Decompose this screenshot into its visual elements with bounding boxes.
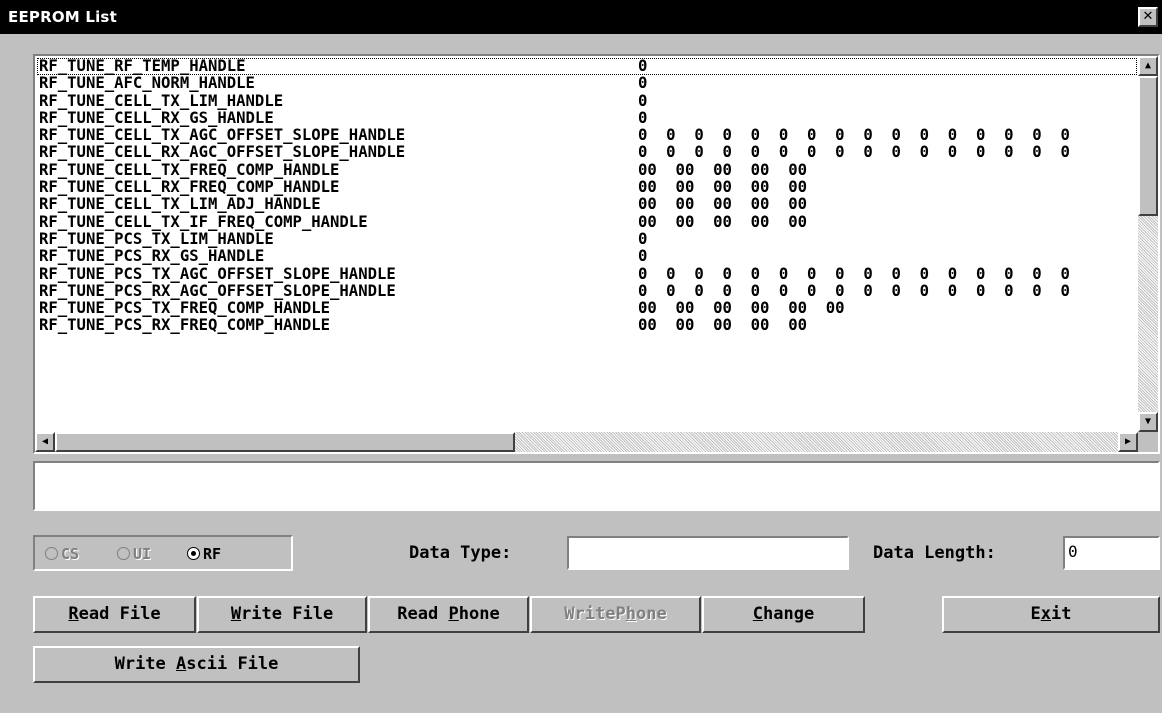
message-box: [33, 461, 1160, 511]
radio-cs-label: CS: [61, 545, 80, 563]
list-item-value: 0: [638, 58, 648, 75]
list-item[interactable]: RF_TUNE_CELL_TX_LIM_ADJ_HANDLE 00 00 00 0…: [37, 195, 1137, 214]
list-item-value: 00 00 00 00 00: [638, 316, 807, 335]
list-item-value: 00 00 00 00 00: [638, 178, 807, 197]
list-item-name: RF_TUNE_AFC_NORM_HANDLE: [39, 74, 255, 93]
horizontal-scroll-thumb[interactable]: [55, 432, 515, 452]
list-item-value: 0: [638, 74, 648, 93]
window-title: EEPROM List: [8, 8, 117, 26]
write-ascii-file-button[interactable]: Write Ascii File: [33, 646, 360, 683]
list-item-name: RF_TUNE_CELL_TX_IF_FREQ_COMP_HANDLE: [39, 212, 368, 231]
list-item[interactable]: RF_TUNE_PCS_TX_FREQ_COMP_HANDLE 00 00 00 …: [37, 299, 1137, 318]
list-item-name: RF_TUNE_PCS_TX_LIM_HANDLE: [39, 229, 274, 248]
list-item-name: RF_TUNE_RF_TEMP_HANDLE: [39, 58, 246, 75]
list-item[interactable]: RF_TUNE_CELL_TX_LIM_HANDLE 0: [37, 91, 1137, 110]
list-item-name: RF_TUNE_CELL_TX_AGC_OFFSET_SLOPE_HANDLE: [39, 126, 406, 145]
radio-dot-icon: [187, 547, 200, 560]
scroll-left-icon[interactable]: ◀: [35, 432, 55, 452]
list-item[interactable]: RF_TUNE_CELL_TX_AGC_OFFSET_SLOPE_HANDLE 0…: [37, 126, 1137, 145]
vertical-scroll-thumb[interactable]: [1138, 76, 1158, 216]
list-item-value: 0: [638, 91, 648, 110]
list-item[interactable]: RF_TUNE_PCS_RX_AGC_OFFSET_SLOPE_HANDLE 0 …: [37, 281, 1137, 300]
eeprom-list[interactable]: RF_TUNE_RF_TEMP_HANDLE 0 RF_TUNE_AFC_NORM_…: [33, 54, 1160, 454]
radio-rf-label: RF: [203, 545, 222, 563]
list-item[interactable]: RF_TUNE_CELL_RX_FREQ_COMP_HANDLE 00 00 00…: [37, 178, 1137, 197]
list-item[interactable]: RF_TUNE_AFC_NORM_HANDLE 0: [37, 74, 1137, 93]
list-item-value: 0 0 0 0 0 0 0 0 0 0 0 0 0 0 0 0: [638, 143, 1070, 162]
title-bar: EEPROM List ✕: [0, 0, 1162, 34]
list-item-value: 0: [638, 229, 648, 248]
vertical-scrollbar[interactable]: ▲ ▼: [1138, 56, 1158, 432]
list-item-value: 0: [638, 247, 648, 266]
scroll-up-icon[interactable]: ▲: [1138, 56, 1158, 76]
list-item-value: 00 00 00 00 00: [638, 195, 807, 214]
data-type-label: Data Type:: [409, 543, 512, 563]
list-item[interactable]: RF_TUNE_CELL_RX_GS_HANDLE 0: [37, 108, 1137, 127]
list-item-value: 00 00 00 00 00: [638, 160, 807, 179]
data-length-label: Data Length:: [873, 543, 996, 563]
list-item-name: RF_TUNE_PCS_TX_FREQ_COMP_HANDLE: [39, 299, 331, 318]
list-item[interactable]: RF_TUNE_PCS_TX_AGC_OFFSET_SLOPE_HANDLE 0 …: [37, 264, 1137, 283]
list-item[interactable]: RF_TUNE_CELL_RX_AGC_OFFSET_SLOPE_HANDLE 0…: [37, 143, 1137, 162]
eeprom-rows: RF_TUNE_RF_TEMP_HANDLE 0 RF_TUNE_AFC_NORM_…: [37, 58, 1137, 432]
list-item[interactable]: RF_TUNE_CELL_TX_IF_FREQ_COMP_HANDLE 00 00…: [37, 212, 1137, 231]
list-item-name: RF_TUNE_CELL_RX_GS_HANDLE: [39, 108, 274, 127]
vertical-scroll-track[interactable]: [1138, 216, 1158, 412]
list-item[interactable]: RF_TUNE_PCS_RX_GS_HANDLE 0: [37, 247, 1137, 266]
list-item-name: RF_TUNE_PCS_RX_AGC_OFFSET_SLOPE_HANDLE: [39, 281, 396, 300]
list-item-name: RF_TUNE_CELL_TX_FREQ_COMP_HANDLE: [39, 160, 340, 179]
handle-type-radio-group: CS UI RF: [33, 535, 293, 571]
list-item[interactable]: RF_TUNE_PCS_RX_FREQ_COMP_HANDLE 00 00 00 …: [37, 316, 1137, 335]
list-item-value: 0 0 0 0 0 0 0 0 0 0 0 0 0 0 0 0: [638, 126, 1070, 145]
write-phone-button[interactable]: WritePhone: [530, 596, 701, 633]
list-item-value: 00 00 00 00 00: [638, 212, 807, 231]
list-item-name: RF_TUNE_PCS_RX_GS_HANDLE: [39, 247, 265, 266]
list-item-name: RF_TUNE_CELL_RX_FREQ_COMP_HANDLE: [39, 178, 340, 197]
list-item-value: 0 0 0 0 0 0 0 0 0 0 0 0 0 0 0 0: [638, 264, 1070, 283]
radio-dot-icon: [45, 547, 58, 560]
exit-button[interactable]: Exit: [942, 596, 1160, 633]
read-phone-button[interactable]: Read Phone: [368, 596, 529, 633]
read-file-button[interactable]: Read File: [33, 596, 196, 633]
scroll-down-icon[interactable]: ▼: [1138, 412, 1158, 432]
list-item[interactable]: RF_TUNE_RF_TEMP_HANDLE 0: [37, 58, 1137, 76]
radio-cs[interactable]: CS: [45, 545, 79, 563]
list-item-value: 0 0 0 0 0 0 0 0 0 0 0 0 0 0 0 0: [638, 281, 1070, 300]
change-button[interactable]: Change: [702, 596, 865, 633]
close-button[interactable]: ✕: [1138, 7, 1158, 27]
list-item-name: RF_TUNE_PCS_RX_FREQ_COMP_HANDLE: [39, 316, 331, 335]
scrollbar-corner: [1138, 432, 1158, 452]
data-type-field[interactable]: [567, 536, 849, 570]
horizontal-scrollbar[interactable]: ◀ ▶: [35, 432, 1138, 452]
scroll-right-icon[interactable]: ▶: [1118, 432, 1138, 452]
data-length-field[interactable]: 0: [1063, 536, 1160, 570]
list-item[interactable]: RF_TUNE_CELL_TX_FREQ_COMP_HANDLE 00 00 00…: [37, 160, 1137, 179]
list-item-name: RF_TUNE_PCS_TX_AGC_OFFSET_SLOPE_HANDLE: [39, 264, 396, 283]
list-item-name: RF_TUNE_CELL_TX_LIM_HANDLE: [39, 91, 284, 110]
radio-dot-icon: [117, 547, 130, 560]
write-file-button[interactable]: Write File: [197, 596, 367, 633]
list-item[interactable]: RF_TUNE_PCS_TX_LIM_HANDLE 0: [37, 229, 1137, 248]
radio-ui-label: UI: [133, 545, 152, 563]
list-item-name: RF_TUNE_CELL_TX_LIM_ADJ_HANDLE: [39, 195, 321, 214]
list-item-value: 0: [638, 108, 648, 127]
list-item-value: 00 00 00 00 00 00: [638, 299, 845, 318]
list-item-name: RF_TUNE_CELL_RX_AGC_OFFSET_SLOPE_HANDLE: [39, 143, 406, 162]
radio-rf[interactable]: RF: [187, 545, 221, 563]
radio-ui[interactable]: UI: [117, 545, 151, 563]
